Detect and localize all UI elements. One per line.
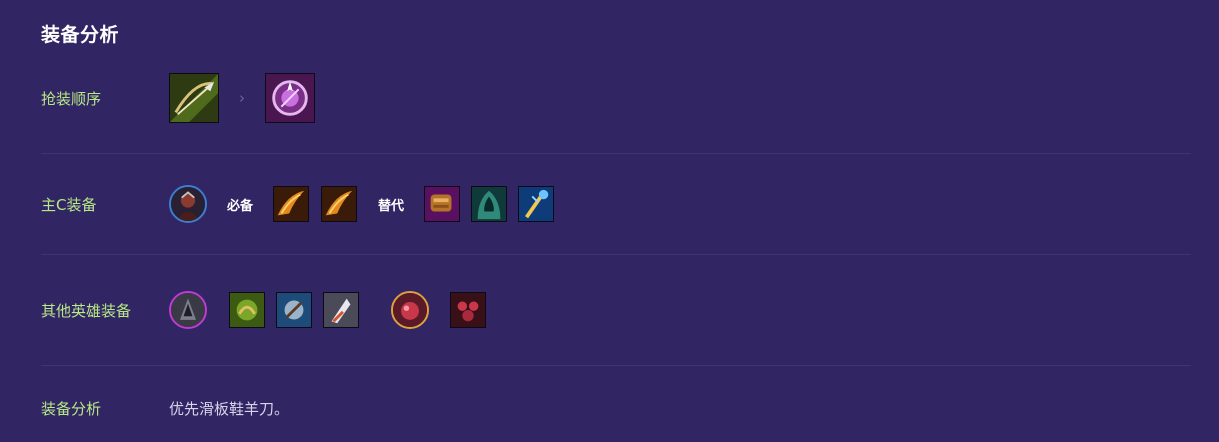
panel-title: 装备分析 xyxy=(41,24,120,46)
white-feather-blade-icon[interactable] xyxy=(323,292,359,328)
equipment-analysis-panel: 装备分析 抢装顺序 › 主C装备 必备 替代 其他英雄装备 装备分析 优先滑板鞋… xyxy=(0,0,1219,442)
main-c-items: 必备 替代 xyxy=(169,185,555,223)
emblem-item-icon[interactable] xyxy=(265,73,315,123)
order-label: 抢装顺序 xyxy=(41,89,102,108)
main-c-row: 主C装备 必备 替代 xyxy=(41,185,1191,223)
red-item-icon[interactable] xyxy=(450,292,486,328)
divider-2 xyxy=(41,254,1191,255)
main-c-label: 主C装备 xyxy=(41,195,97,214)
order-row: 抢装顺序 › xyxy=(41,73,1191,123)
blue-item-icon[interactable] xyxy=(276,292,312,328)
analysis-row: 装备分析 优先滑板鞋羊刀。 xyxy=(41,398,1191,419)
green-cloak-icon[interactable] xyxy=(471,186,508,222)
alternative-tag: 替代 xyxy=(378,198,405,214)
order-items: › xyxy=(169,73,315,123)
flame-blade-icon-2[interactable] xyxy=(321,186,358,222)
blue-staff-icon[interactable] xyxy=(518,186,555,222)
other-heroes-items xyxy=(169,291,486,329)
gold-frame-champion-avatar[interactable] xyxy=(391,291,429,329)
analysis-label: 装备分析 xyxy=(41,400,102,418)
bow-item-icon[interactable] xyxy=(169,73,219,123)
purple-gauntlet-icon[interactable] xyxy=(424,186,461,222)
other-heroes-label: 其他英雄装备 xyxy=(41,301,132,320)
main-c-champion-avatar[interactable] xyxy=(169,185,207,223)
divider-3 xyxy=(41,365,1191,366)
divider-1 xyxy=(41,153,1191,154)
required-tag: 必备 xyxy=(227,198,254,214)
other-heroes-row: 其他英雄装备 xyxy=(41,291,1191,329)
flame-blade-icon[interactable] xyxy=(273,186,310,222)
analysis-text: 优先滑板鞋羊刀。 xyxy=(169,400,290,418)
green-item-icon[interactable] xyxy=(229,292,265,328)
chevron-right-icon: › xyxy=(239,89,245,107)
purple-frame-champion-avatar[interactable] xyxy=(169,291,207,329)
